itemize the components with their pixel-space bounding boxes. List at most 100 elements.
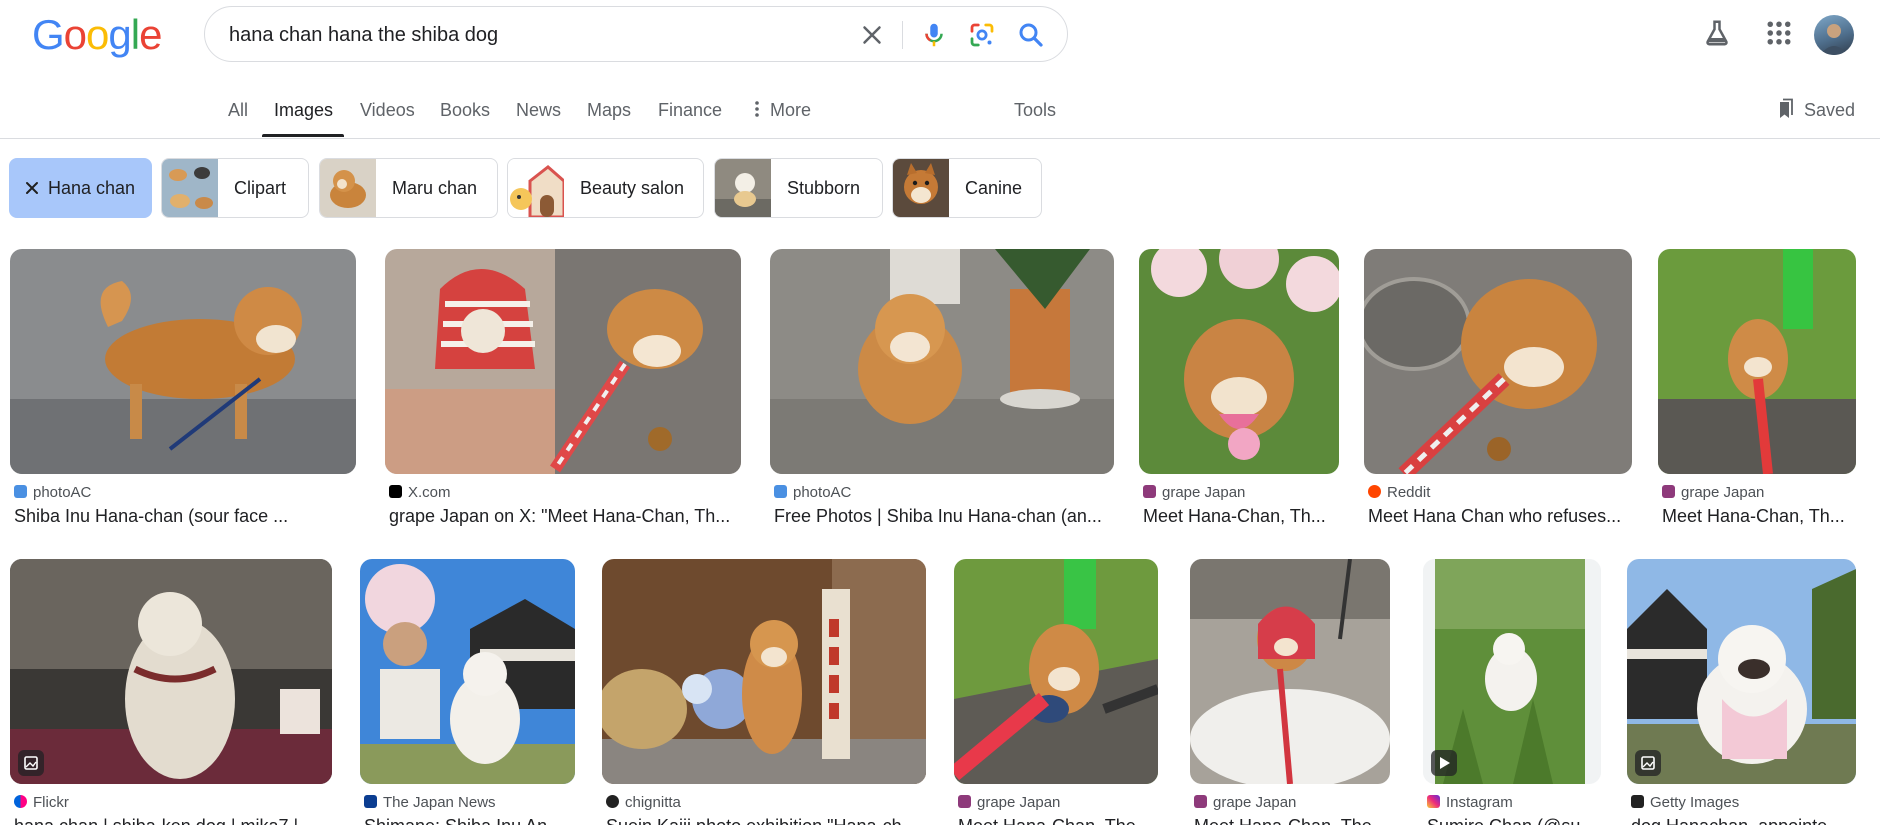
chip-label: Stubborn	[787, 178, 861, 198]
play-icon	[1440, 757, 1450, 769]
result-title[interactable]: Meet Hana Chan who refuses...	[1368, 506, 1632, 527]
getty-images-favicon	[1631, 795, 1644, 808]
result-title[interactable]: Free Photos | Shiba Inu Hana-chan (an...	[774, 506, 1114, 527]
result-source-name: The Japan News	[383, 794, 496, 811]
result-thumbnail[interactable]	[1139, 249, 1339, 474]
result-thumbnail[interactable]	[10, 249, 356, 474]
account-avatar[interactable]	[1814, 15, 1854, 55]
google-logo[interactable]: Google	[32, 11, 162, 58]
search-icon[interactable]	[1016, 20, 1046, 50]
chip-maru-chan[interactable]: Maru chan	[319, 158, 498, 218]
result-source[interactable]: Flickr	[14, 794, 69, 811]
tab-images[interactable]: Images	[274, 100, 333, 121]
chip-thumbnail	[162, 159, 218, 217]
video-badge	[1431, 750, 1457, 776]
search-box[interactable]: hana chan hana the shiba dog	[204, 6, 1068, 62]
result-source[interactable]: photoAC	[14, 484, 91, 501]
grape-japan-favicon	[1662, 485, 1675, 498]
chignitta-favicon	[606, 795, 619, 808]
result-source-name: Getty Images	[1650, 794, 1740, 811]
microphone-icon[interactable]	[919, 20, 949, 50]
result-title[interactable]: Meet Hana-Chan, Th...	[1143, 506, 1339, 527]
result-source[interactable]: The Japan News	[364, 794, 496, 811]
clear-icon[interactable]	[857, 20, 887, 50]
result-source[interactable]: X.com	[389, 484, 451, 501]
x-favicon	[389, 485, 402, 498]
saved-label: Saved	[1804, 100, 1856, 120]
result-thumbnail[interactable]	[1627, 559, 1856, 784]
apps-grid-icon[interactable]	[1764, 18, 1794, 48]
result-source[interactable]: chignitta	[606, 794, 681, 811]
japan-news-favicon	[364, 795, 377, 808]
result-title[interactable]: grape Japan on X: "Meet Hana-Chan, Th...	[389, 506, 741, 527]
result-title[interactable]: Shiba Inu Hana-chan (sour face ...	[14, 506, 354, 527]
tab-all[interactable]: All	[228, 100, 248, 121]
result-title[interactable]: Sumire Chan (@su...	[1427, 816, 1601, 825]
result-thumbnail[interactable]	[602, 559, 926, 784]
grape-japan-favicon	[958, 795, 971, 808]
result-source[interactable]: grape Japan	[958, 794, 1060, 811]
image-badge	[18, 750, 44, 776]
result-thumbnail[interactable]	[954, 559, 1158, 784]
result-title[interactable]: Suein Kaiji photo exhibition "Hana-ch...	[606, 816, 926, 825]
logo-letter: l	[130, 11, 140, 58]
tab-maps[interactable]: Maps	[587, 100, 631, 121]
google-lens-icon[interactable]	[967, 20, 997, 50]
result-thumbnail[interactable]	[360, 559, 575, 784]
instagram-favicon	[1427, 795, 1440, 808]
flickr-favicon	[14, 795, 27, 808]
tools-button[interactable]: Tools	[1014, 100, 1056, 121]
result-thumbnail[interactable]	[1423, 559, 1601, 784]
result-thumbnail[interactable]	[1364, 249, 1632, 474]
tab-more[interactable]: More	[754, 100, 811, 121]
close-icon[interactable]	[24, 180, 40, 196]
chip-beauty-salon[interactable]: Beauty salon	[507, 158, 704, 218]
result-title[interactable]: Meet Hana-Chan, The...	[1194, 816, 1390, 825]
result-source[interactable]: Getty Images	[1631, 794, 1739, 811]
result-thumbnail[interactable]	[1190, 559, 1390, 784]
result-title[interactable]: Meet Hana-Chan, The...	[958, 816, 1158, 825]
logo-letter: g	[108, 11, 131, 58]
chip-thumbnail	[715, 159, 771, 217]
result-source[interactable]: Reddit	[1368, 484, 1430, 501]
result-source[interactable]: Instagram	[1427, 794, 1513, 811]
result-source-name: grape Japan	[1213, 794, 1297, 811]
result-source-name: photoAC	[33, 484, 92, 501]
photoac-favicon	[14, 485, 27, 498]
result-source[interactable]: grape Japan	[1662, 484, 1764, 501]
chip-label: Hana chan	[48, 178, 136, 198]
tab-books[interactable]: Books	[440, 100, 490, 121]
result-thumbnail[interactable]	[10, 559, 332, 784]
chip-label: Canine	[965, 178, 1023, 198]
result-title[interactable]: dog Hanachan, appointe...	[1631, 816, 1856, 825]
result-title[interactable]: Meet Hana-Chan, Th...	[1662, 506, 1856, 527]
result-source[interactable]: photoAC	[774, 484, 851, 501]
chip-hana-chan[interactable]: Hana chan	[9, 158, 152, 218]
image-icon	[1641, 756, 1655, 770]
result-title[interactable]: Shimane: Shiba Inu An...	[364, 816, 575, 825]
result-source[interactable]: grape Japan	[1194, 794, 1296, 811]
bookmark-icon	[1780, 98, 1793, 118]
result-thumbnail[interactable]	[385, 249, 741, 474]
tab-videos[interactable]: Videos	[360, 100, 415, 121]
active-tab-indicator	[262, 134, 344, 137]
logo-letter: o	[86, 11, 109, 58]
search-input[interactable]: hana chan hana the shiba dog	[229, 7, 498, 63]
tab-news[interactable]: News	[516, 100, 561, 121]
labs-flask-icon[interactable]	[1702, 18, 1732, 48]
result-source-name: grape Japan	[1681, 484, 1765, 501]
chip-stubborn[interactable]: Stubborn	[714, 158, 883, 218]
logo-letter: G	[32, 11, 65, 58]
chip-clipart[interactable]: Clipart	[161, 158, 309, 218]
result-thumbnail[interactable]	[1658, 249, 1856, 474]
image-badge	[1635, 750, 1661, 776]
chip-canine[interactable]: Canine	[892, 158, 1042, 218]
result-source[interactable]: grape Japan	[1143, 484, 1245, 501]
chip-thumbnail	[893, 159, 949, 217]
saved-button[interactable]: Saved	[1776, 98, 1855, 121]
more-vert-icon	[755, 101, 759, 117]
grape-japan-favicon	[1194, 795, 1207, 808]
tab-finance[interactable]: Finance	[658, 100, 722, 121]
result-thumbnail[interactable]	[770, 249, 1114, 474]
result-title[interactable]: hana chan | shiba-ken dog | mika7 |	[14, 816, 332, 825]
